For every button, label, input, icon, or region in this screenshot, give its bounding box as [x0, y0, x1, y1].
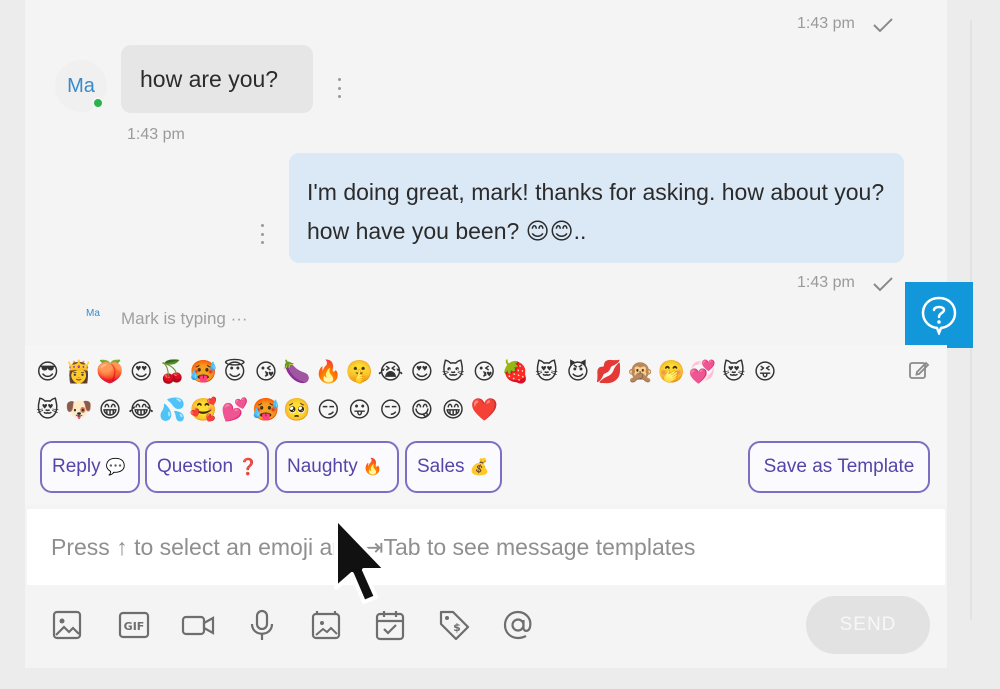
- message-time: 1:43 pm: [127, 126, 185, 143]
- help-button[interactable]: [905, 282, 973, 348]
- sent-check-icon: [872, 276, 894, 292]
- message-text: how are you?: [140, 65, 279, 92]
- emoji-option[interactable]: 💋: [593, 356, 624, 388]
- message-text: I'm doing great, mark! thanks for asking…: [307, 179, 885, 244]
- emoji-option[interactable]: 🥰: [188, 394, 219, 426]
- emoji-option[interactable]: 🤭: [656, 356, 687, 388]
- message-input[interactable]: [51, 533, 931, 561]
- chip-label: Question: [157, 456, 234, 477]
- emoji-option[interactable]: 👸: [63, 356, 94, 388]
- sent-check-icon: [872, 17, 894, 33]
- emoji-option[interactable]: 🥵: [250, 394, 281, 426]
- message-time: 1:43 pm: [797, 274, 855, 291]
- emoji-option[interactable]: 😻: [718, 356, 749, 388]
- emoji-quick-bar: 😎 👸 🍑 😍 🍒 🥵 😇 😘 🍆 🔥 🤫 😭 😍 🐱 😘 🍓 😻 😈 💋 🙊 🤭 💞 😻 😝: [32, 356, 781, 388]
- emoji-option[interactable]: 😍: [126, 356, 157, 388]
- emoji-option[interactable]: 🐱: [437, 356, 468, 388]
- emoji-option[interactable]: 😍: [406, 356, 437, 388]
- message-time: 1:43 pm: [797, 15, 855, 32]
- emoji-option[interactable]: 🥵: [188, 356, 219, 388]
- emoji-option[interactable]: 🍑: [94, 356, 125, 388]
- emoji-option[interactable]: 😁: [437, 394, 468, 426]
- schedule-icon[interactable]: [373, 608, 407, 642]
- online-status-indicator: [92, 97, 104, 109]
- emoji-quick-bar: 😻 🐶 😁 😂 💦 🥰 💕 🥵 🥺 😏 😛 😏 😋 😁 ❤️: [32, 394, 500, 426]
- emoji-option[interactable]: 🍒: [157, 356, 188, 388]
- emoji-option[interactable]: 😏: [313, 394, 344, 426]
- speech-bubble-icon: 💬: [105, 459, 126, 476]
- emoji-option[interactable]: 🔥: [313, 356, 344, 388]
- chip-label: Sales: [417, 456, 465, 477]
- emoji-option[interactable]: 😁: [94, 394, 125, 426]
- emoji-option[interactable]: 💞: [687, 356, 718, 388]
- template-chip-sales[interactable]: Sales 💰: [405, 441, 502, 493]
- emoji-option[interactable]: 😝: [749, 356, 780, 388]
- mention-icon[interactable]: [501, 608, 535, 642]
- chip-label: Naughty: [287, 456, 358, 477]
- gif-icon[interactable]: GIF: [117, 608, 151, 642]
- video-icon[interactable]: [181, 608, 215, 642]
- emoji-option[interactable]: 😻: [531, 356, 562, 388]
- vault-media-icon[interactable]: [309, 608, 343, 642]
- mouse-pointer-icon: [330, 514, 394, 610]
- template-chip-question[interactable]: Question ❓: [145, 441, 269, 493]
- emoji-option[interactable]: 😎: [32, 356, 63, 388]
- help-icon: [921, 296, 957, 335]
- emoji-option[interactable]: 😂: [126, 394, 157, 426]
- typing-indicator: Mark is typing ···: [121, 309, 248, 328]
- typing-avatar: Ma: [86, 308, 100, 319]
- outgoing-message-bubble: I'm doing great, mark! thanks for asking…: [289, 153, 904, 263]
- save-template-label: Save as Template: [763, 456, 915, 477]
- emoji-option[interactable]: 😋: [406, 394, 437, 426]
- emoji-option[interactable]: 😇: [219, 356, 250, 388]
- emoji-option[interactable]: 😏: [375, 394, 406, 426]
- incoming-message-bubble: how are you?: [121, 45, 313, 113]
- emoji-option[interactable]: 🍆: [282, 356, 313, 388]
- emoji-option[interactable]: 🙊: [625, 356, 656, 388]
- svg-text:$: $: [453, 621, 461, 634]
- message-options-icon[interactable]: [336, 78, 342, 98]
- microphone-icon[interactable]: [245, 608, 279, 642]
- money-bag-icon: 💰: [469, 459, 490, 476]
- emoji-option[interactable]: 🐶: [63, 394, 94, 426]
- save-as-template-button[interactable]: Save as Template: [748, 441, 930, 493]
- edit-templates-icon[interactable]: [907, 358, 931, 382]
- send-button[interactable]: SEND: [806, 596, 930, 654]
- emoji-option[interactable]: 😛: [344, 394, 375, 426]
- question-mark-icon: ❓: [238, 459, 258, 476]
- price-tag-icon[interactable]: $: [437, 608, 471, 642]
- emoji-option[interactable]: 😻: [32, 394, 63, 426]
- emoji-option[interactable]: 😈: [562, 356, 593, 388]
- emoji-option[interactable]: 💕: [219, 394, 250, 426]
- emoji-option[interactable]: 💦: [157, 394, 188, 426]
- send-label: SEND: [839, 614, 897, 635]
- template-chip-reply[interactable]: Reply 💬: [40, 441, 140, 493]
- image-icon[interactable]: [50, 608, 84, 642]
- emoji-option[interactable]: 🤫: [344, 356, 375, 388]
- svg-text:GIF: GIF: [124, 620, 145, 633]
- message-input-container: [27, 509, 945, 585]
- emoji-option[interactable]: 🍓: [500, 356, 531, 388]
- fire-icon: 🔥: [362, 459, 383, 476]
- emoji-option[interactable]: 😘: [250, 356, 281, 388]
- message-options-icon[interactable]: [259, 224, 265, 244]
- avatar-initials: Ma: [67, 74, 95, 97]
- template-chip-naughty[interactable]: Naughty 🔥: [275, 441, 399, 493]
- chip-label: Reply: [52, 456, 101, 477]
- emoji-option[interactable]: 😘: [469, 356, 500, 388]
- emoji-option[interactable]: ❤️: [469, 394, 500, 426]
- emoji-option[interactable]: 😭: [375, 356, 406, 388]
- emoji-option[interactable]: 🥺: [282, 394, 313, 426]
